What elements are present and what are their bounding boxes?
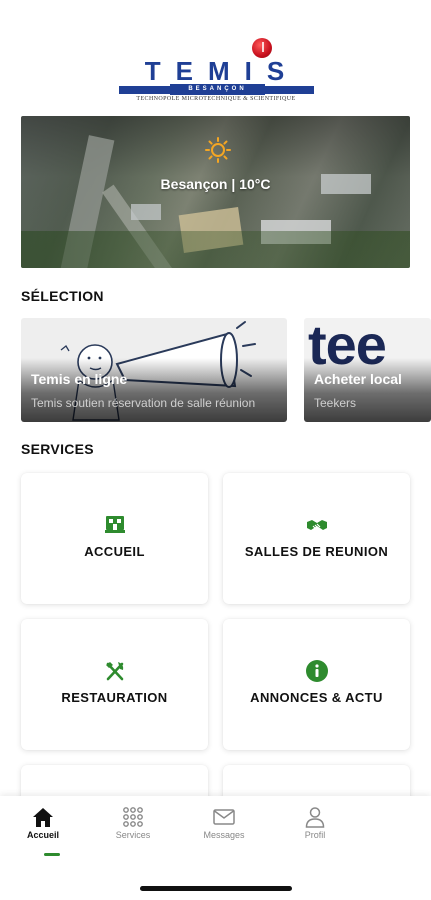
- tab-services[interactable]: Services: [98, 806, 168, 840]
- service-card-annonces-actu[interactable]: ANNONCES & ACTU: [223, 619, 410, 750]
- selection-card-title: Acheter local: [314, 371, 402, 387]
- home-icon: [33, 808, 53, 827]
- sun-icon: [205, 137, 231, 163]
- grid-icon: [123, 807, 143, 827]
- tab-label: Accueil: [26, 830, 59, 840]
- logo-word: TEMIS: [144, 56, 300, 86]
- section-title-services: SERVICES: [21, 441, 94, 457]
- tab-messages[interactable]: Messages: [189, 806, 259, 840]
- service-card-restauration[interactable]: RESTAURATION: [21, 619, 208, 750]
- selection-card-temis-en-ligne[interactable]: Temis en ligne Temis soutien réservation…: [21, 318, 287, 422]
- weather-hero-card[interactable]: Besançon | 10°C: [21, 116, 410, 268]
- tab-label: Services: [115, 830, 151, 840]
- user-icon: [305, 807, 325, 828]
- home-indicator[interactable]: [140, 886, 292, 891]
- temis-logo: TEMIS BESANÇON TECHNOPOLE MICROTECHNIQUE…: [0, 36, 431, 106]
- info-icon: [305, 660, 328, 682]
- service-label: ANNONCES & ACTU: [250, 690, 383, 705]
- fork-knife-icon: [105, 662, 123, 681]
- reception-desk-icon: [104, 516, 125, 533]
- section-title-selection: SÉLECTION: [21, 288, 104, 304]
- tab-label: Profil: [304, 830, 326, 840]
- selection-card-acheter-local[interactable]: tee Acheter local Teekers: [304, 318, 431, 422]
- aerial-building: [131, 204, 161, 220]
- tab-profil[interactable]: Profil: [280, 806, 350, 840]
- service-label: RESTAURATION: [61, 690, 168, 705]
- selection-card-subtitle: Teekers: [314, 396, 357, 410]
- service-label: SALLES DE REUNION: [244, 544, 389, 559]
- service-card-accueil[interactable]: ACCUEIL: [21, 473, 208, 604]
- service-card-salles-de-reunion[interactable]: SALLES DE REUNION: [223, 473, 410, 604]
- card-shade: [304, 358, 431, 422]
- selection-card-subtitle: Temis soutien réservation de salle réuni…: [31, 396, 256, 410]
- tab-accueil[interactable]: Accueil: [8, 806, 78, 856]
- weather-text: Besançon | 10°C: [160, 176, 271, 192]
- handshake-icon: [306, 520, 327, 530]
- tab-label: Messages: [203, 830, 245, 840]
- logo-tagline: TECHNOPOLE MICROTECHNIQUE & SCIENTIFIQUE: [136, 96, 296, 102]
- logo-city: BESANÇON: [170, 84, 265, 95]
- card-shade: [21, 358, 287, 422]
- active-tab-indicator: [44, 853, 60, 856]
- envelope-icon: [213, 809, 235, 825]
- bottom-tab-bar: Accueil Services Messages Profil: [0, 796, 431, 900]
- logo-red-sphere: [252, 38, 272, 58]
- selection-card-title: Temis en ligne: [31, 371, 128, 387]
- service-label: ACCUEIL: [84, 544, 145, 559]
- aerial-trees: [21, 231, 410, 268]
